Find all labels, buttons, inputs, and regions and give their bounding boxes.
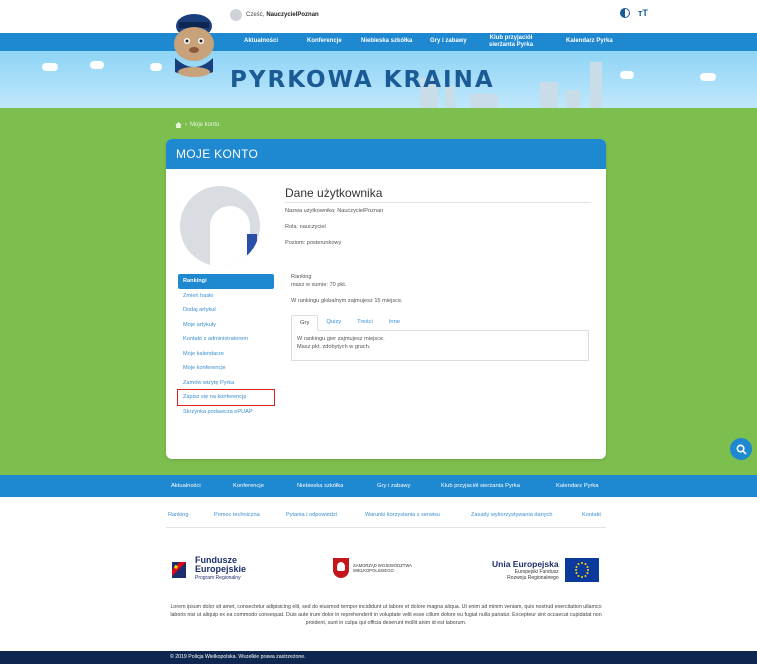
footer-link-ranking[interactable]: Ranking [168,512,189,518]
greeting-username: NauczycielPoznan [266,12,319,18]
ranking-sum: masz w sumie: 70 pkt. [291,282,347,288]
cloud [700,73,716,81]
menu-item-kontakt[interactable]: Kontakt z administratorem [178,332,274,347]
account-card: MOJE KONTO Rankingi Zmień hasło Dodaj ar… [166,139,606,459]
search-icon [736,444,747,455]
footer-nav-niebieska[interactable]: Niebieska szkółka [297,483,343,489]
fundusze-logo-icon [172,561,186,578]
footer-lorem: Lorem ipsum dolor sit amet, consectetur … [170,604,602,626]
nav-klub-line-2: sierżanta Pyrka [489,41,534,48]
logo-unia-europejska: Unia Europejska Europejski Fundusz Rozwo… [492,558,599,582]
username-line: Nazwa użytkownika: NauczycielPoznan [285,208,384,214]
footer-nav-gry[interactable]: Gry i zabawy [377,483,411,489]
avatar-level-bar [247,234,257,264]
ranking-tabs: Gry Quizy Treści Inne W rankingu gier za… [291,315,589,361]
samorzad-shield-icon [333,558,349,578]
menu-item-moje-konferencje[interactable]: Moje konferencje [178,361,274,376]
nav-gry-i-zabawy[interactable]: Gry i zabawy [430,38,467,44]
copyright-text: © 2019 Policja Wielkopolska. Wszelkie pr… [170,654,306,660]
footer-link-kontakt[interactable]: Kontakt [582,512,601,518]
tab-quizy[interactable]: Quizy [318,315,349,330]
font-size-icon[interactable]: тT [638,8,648,18]
footer-nav: Aktualności Konferencje Niebieska szkółk… [0,475,757,497]
ranking-global: W rankingu globalnym zajmujesz 15 miejsc… [291,298,403,304]
city-building [590,62,602,108]
user-avatar-icon [230,9,242,21]
section-title: Dane użytkownika [285,186,383,200]
tab-panel-line-2: Masz pkt. zdobytych w grach. [297,344,371,350]
menu-item-zamow-wizyte[interactable]: Zamów wizytę Pyrka [178,376,274,391]
account-menu: Rankingi Zmień hasło Dodaj artykuł Moje … [177,274,275,420]
tab-bar: Gry Quizy Treści Inne [291,315,589,331]
breadcrumb: › Moje konto [175,122,219,128]
cloud [90,61,104,69]
main-nav: Aktualności Konferencje Niebieska szkółk… [0,33,757,51]
sw-line-2: WIELKOPOLSKIEGO [353,568,394,573]
fe-title-2: Europejskie [195,564,247,574]
mascot-icon [174,14,214,77]
footer-nav-kalendarz[interactable]: Kalendarz Pyrka [556,483,599,489]
eu-flag-icon [564,558,599,582]
tab-panel: W rankingu gier zajmujesz miejsce. Masz … [291,331,589,361]
avatar-silhouette [210,206,250,266]
top-bar: Cześć, NauczycielPoznan тT [0,0,757,33]
menu-item-rankingi[interactable]: Rankingi [178,274,274,289]
footer-link-zasady[interactable]: Zasady wykorzystywania danych [471,512,552,518]
breadcrumb-current[interactable]: Moje konto [190,122,219,128]
footer-divider [166,527,606,528]
ue-title: Unia Europejska [492,559,559,569]
cloud [620,71,634,79]
menu-item-dodaj-artykul[interactable]: Dodaj artykuł [178,303,274,318]
fe-subtitle: Program Regionalny [195,575,241,581]
copyright-bar: © 2019 Policja Wielkopolska. Wszelkie pr… [0,651,757,664]
menu-item-zmien-haslo[interactable]: Zmień hasło [178,289,274,304]
divider [285,202,591,203]
menu-item-moje-kalendarze[interactable]: Moje kalendarze [178,347,274,362]
logo-samorzad: SAMORZĄD WOJEWÓDZTWA WIELKOPOLSKIEGO [333,558,412,578]
nav-konferencje[interactable]: Konferencje [307,38,342,44]
greeting-text: Cześć, [246,12,265,18]
footer-link-pytania[interactable]: Pytania i odpowiedzi [286,512,337,518]
nav-kalendarz-pyrka[interactable]: Kalendarz Pyrka [566,38,613,44]
footer-nav-aktualnosci[interactable]: Aktualności [171,483,201,489]
city-building [566,90,580,108]
tab-panel-line-1: W rankingu gier zajmujesz miejsce. [297,336,385,342]
ue-sub-2: Rozwoju Regionalnego [507,575,559,581]
footer-link-warunki[interactable]: Warunki korzystania z serwisu [365,512,440,518]
home-icon[interactable] [175,122,182,128]
menu-item-zapisz-konferencja[interactable]: Zapisz się na konferencję [177,389,275,406]
search-button[interactable] [730,438,752,460]
cloud [42,63,58,71]
tab-gry[interactable]: Gry [291,315,319,331]
ranking-title: Ranking [291,274,312,280]
breadcrumb-chevron-icon: › [185,122,187,128]
role-line: Rola: nauczyciel [285,224,326,230]
nav-klub-line-1: Klub przyjaciół [489,35,533,41]
city-building [470,94,498,108]
menu-item-epuap[interactable]: Skrzynka podawcza ePUAP [178,405,274,420]
contrast-icon[interactable] [620,8,630,18]
user-greeting[interactable]: Cześć, NauczycielPoznan [230,9,319,21]
tab-tresci[interactable]: Treści [349,315,381,330]
level-line: Poziom: posterunkowy [285,240,342,246]
account-heading: MOJE KONTO [166,139,606,169]
menu-item-moje-artykuly[interactable]: Moje artykuły [178,318,274,333]
nav-aktualnosci[interactable]: Aktualności [244,38,278,44]
cloud [150,63,162,71]
footer-nav-konferencje[interactable]: Konferencje [233,483,264,489]
footer-link-pomoc[interactable]: Pomoc techniczna [214,512,260,518]
hero-banner: PYRKOWA KRAINA [0,51,757,108]
nav-klub-przyjaciol[interactable]: Klub przyjaciół sierżanta Pyrka [489,35,533,48]
nav-niebieska-szkolka[interactable]: Niebieska szkółka [361,38,412,44]
brand-logo[interactable]: PYRKOWA KRAINA [230,67,495,93]
city-building [540,82,558,108]
user-avatar [180,186,260,266]
logo-fundusze-europejskie: Fundusze Europejskie Program Regionalny [169,556,246,583]
footer-nav-klub[interactable]: Klub przyjaciół sierżanta Pyrka [441,483,520,489]
tab-inne[interactable]: Inne [381,315,408,330]
